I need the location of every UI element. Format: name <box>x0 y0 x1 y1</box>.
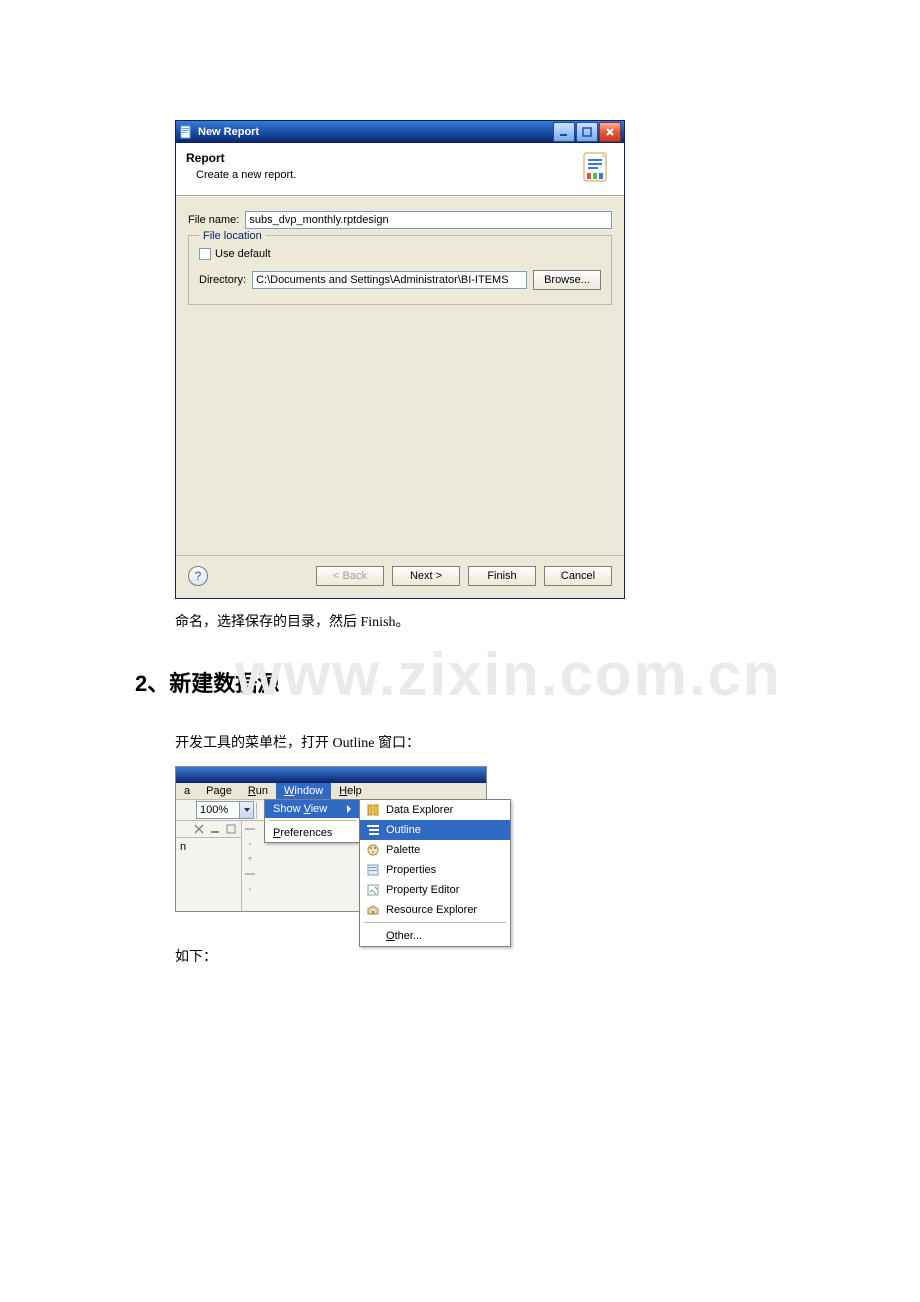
window-dropdown: Show View Preferences <box>264 799 361 843</box>
submenu-label: Properties <box>386 864 436 876</box>
resource-explorer-icon <box>366 903 380 917</box>
editor-gutter-icon <box>244 853 256 865</box>
property-editor-icon <box>366 883 380 897</box>
menubar-a[interactable]: a <box>176 783 198 799</box>
submenu-data-explorer[interactable]: Data Explorer <box>360 800 510 820</box>
menubar-window[interactable]: Window <box>276 783 331 799</box>
dialog-header: Report Create a new report. <box>176 143 624 195</box>
submenu-label: Property Editor <box>386 884 459 896</box>
new-report-dialog: New Report Report Create a new re <box>175 120 625 599</box>
use-default-checkbox[interactable]: Use default <box>199 248 271 260</box>
submenu-label: Outline <box>386 824 421 836</box>
dialog-body-spacer <box>188 305 612 545</box>
use-default-label: Use default <box>215 248 271 260</box>
file-name-label: File name: <box>188 214 239 226</box>
directory-label: Directory: <box>199 274 246 286</box>
menubar-run[interactable]: Run <box>240 783 276 799</box>
editor-gutter-icon <box>244 838 256 850</box>
data-explorer-icon <box>366 803 380 817</box>
submenu-label: Data Explorer <box>386 804 453 816</box>
editor-gutter-icon <box>244 868 256 880</box>
cancel-button[interactable]: Cancel <box>544 566 612 586</box>
help-button[interactable]: ? <box>188 566 208 586</box>
dialog-header-icon <box>578 151 614 187</box>
outline-icon <box>366 823 380 837</box>
menu-show-view[interactable]: Show View <box>265 800 360 818</box>
zoom-value[interactable]: 100% <box>196 801 240 819</box>
ide-n-label: n <box>176 838 241 856</box>
finish-button[interactable]: Finish <box>468 566 536 586</box>
ide-titlebar <box>176 767 486 783</box>
palette-icon <box>366 843 380 857</box>
file-location-legend: File location <box>199 230 266 242</box>
submenu-label: Palette <box>386 844 420 856</box>
zoom-dropdown-arrow-icon[interactable] <box>240 801 254 819</box>
dialog-titlebar[interactable]: New Report <box>176 121 624 143</box>
properties-icon <box>366 863 380 877</box>
minimize-button[interactable] <box>553 122 575 142</box>
show-view-submenu: Data Explorer Outline Pale <box>359 799 511 947</box>
dialog-title: New Report <box>198 126 553 138</box>
ide-left-view: n <box>176 821 242 911</box>
back-button: < Back <box>316 566 384 586</box>
ide-toolbar: 100% Show View Preferences <box>176 800 486 821</box>
menu-preferences[interactable]: Preferences <box>265 824 360 842</box>
paragraph-open-outline: 开发工具的菜单栏，打开 Outline 窗口： <box>175 732 655 752</box>
file-name-input[interactable] <box>245 211 612 229</box>
submenu-property-editor[interactable]: Property Editor <box>360 880 510 900</box>
ide-menubar: a Page Run Window Help <box>176 783 486 800</box>
submenu-other[interactable]: Other... <box>360 926 510 946</box>
dialog-header-subtitle: Create a new report. <box>186 165 568 181</box>
view-max-icon[interactable] <box>225 823 237 835</box>
editor-gutter-icon <box>244 883 256 895</box>
blank-icon <box>366 929 380 943</box>
menubar-help[interactable]: Help <box>331 783 370 799</box>
dialog-title-icon <box>180 125 194 139</box>
maximize-button[interactable] <box>576 122 598 142</box>
checkbox-icon <box>199 248 211 260</box>
submenu-palette[interactable]: Palette <box>360 840 510 860</box>
paragraph-as-follows: 如下： <box>175 946 655 966</box>
dialog-header-title: Report <box>186 151 568 165</box>
zoom-combo[interactable]: 100% <box>176 800 254 820</box>
menubar-page[interactable]: Page <box>198 783 240 799</box>
close-button[interactable] <box>599 122 621 142</box>
view-min-icon[interactable] <box>209 823 221 835</box>
view-close-icon[interactable] <box>193 823 205 835</box>
next-button[interactable]: Next > <box>392 566 460 586</box>
submenu-resource-explorer[interactable]: Resource Explorer <box>360 900 510 920</box>
window-controls <box>553 122 621 142</box>
ide-window: a Page Run Window Help 100% <box>175 766 487 912</box>
caption-text: 命名，选择保存的目录，然后 Finish。 <box>175 611 655 631</box>
browse-button[interactable]: Browse... <box>533 270 601 290</box>
dialog-footer: ? < Back Next > Finish Cancel <box>176 555 624 598</box>
submenu-properties[interactable]: Properties <box>360 860 510 880</box>
submenu-outline[interactable]: Outline <box>360 820 510 840</box>
section-heading: 2、新建数据源 <box>135 666 920 698</box>
editor-gutter-icon <box>244 823 256 835</box>
submenu-label: Resource Explorer <box>386 904 477 916</box>
directory-input[interactable] <box>252 271 527 289</box>
file-location-fieldset: File location Use default Directory: Bro… <box>188 235 612 305</box>
submenu-arrow-icon <box>346 804 352 814</box>
